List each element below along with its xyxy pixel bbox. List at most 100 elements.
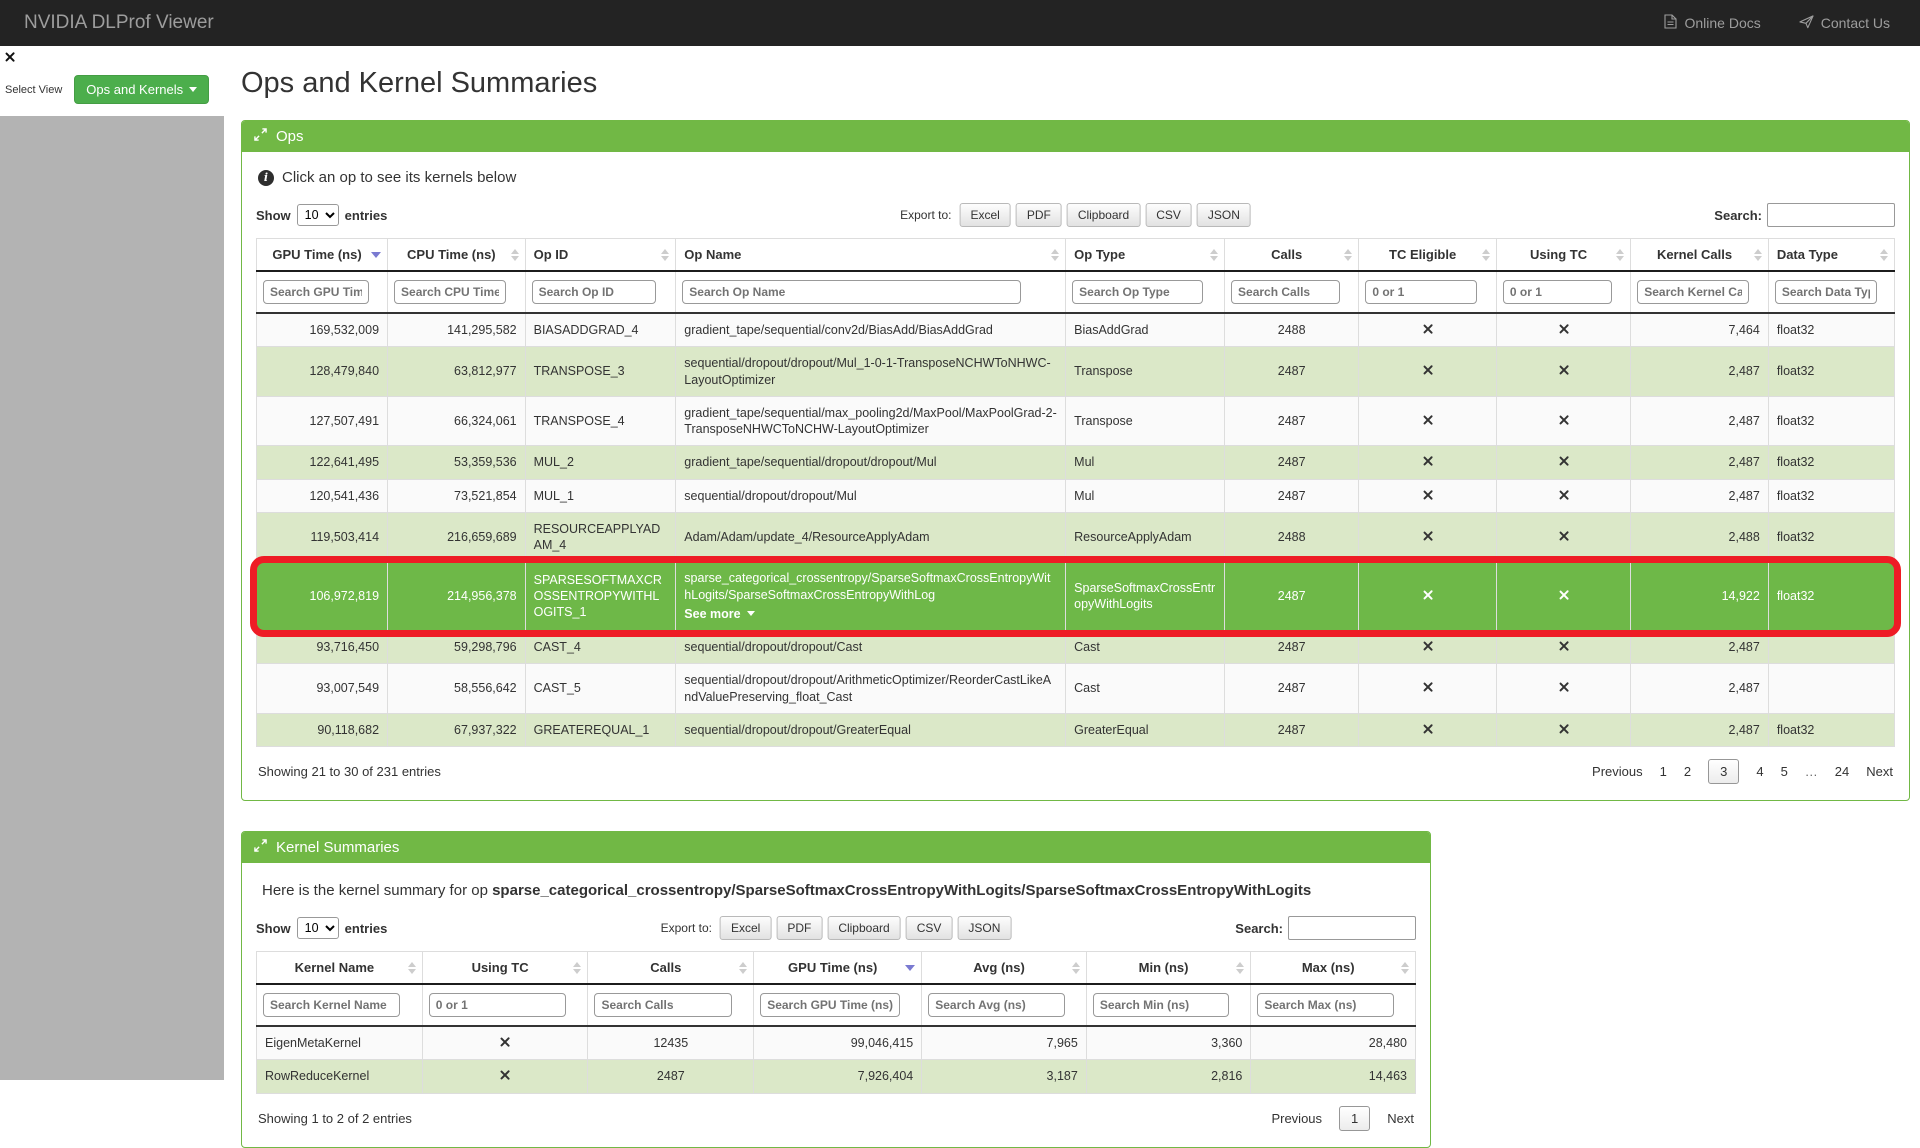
- table-row[interactable]: 90,118,68267,937,322GREATEREQUAL_1sequen…: [257, 713, 1895, 746]
- column-header-calls[interactable]: Calls: [1225, 239, 1359, 272]
- column-header-calls[interactable]: Calls: [588, 952, 754, 985]
- export-csv-button[interactable]: CSV: [906, 916, 953, 940]
- cell-tc-eligible: [1359, 313, 1497, 347]
- filter-input-2[interactable]: [532, 280, 656, 304]
- filter-input-2[interactable]: [594, 993, 731, 1017]
- cell-tc-eligible: [1359, 713, 1497, 746]
- export-pdf-button[interactable]: PDF: [776, 916, 822, 940]
- column-header-using-tc[interactable]: Using TC: [422, 952, 588, 985]
- table-row[interactable]: 120,541,43673,521,854MUL_1sequential/dro…: [257, 479, 1895, 512]
- filter-input-7[interactable]: [1503, 280, 1612, 304]
- column-header-max-ns[interactable]: Max (ns): [1251, 952, 1416, 985]
- filter-input-8[interactable]: [1637, 280, 1749, 304]
- page-previous[interactable]: Previous: [1271, 1111, 1322, 1126]
- column-header-cpu-time-ns[interactable]: CPU Time (ns): [388, 239, 526, 272]
- table-row: RowReduceKernel24877,926,4043,1872,81614…: [257, 1060, 1416, 1093]
- page-1[interactable]: 1: [1660, 764, 1667, 779]
- view-selector-button[interactable]: Ops and Kernels: [74, 75, 209, 104]
- column-header-op-name[interactable]: Op Name: [676, 239, 1066, 272]
- ops-panel-header[interactable]: Ops: [242, 121, 1909, 152]
- page-3[interactable]: 3: [1708, 759, 1739, 784]
- table-row[interactable]: 106,972,819214,956,378SPARSESOFTMAXCROSS…: [257, 562, 1895, 631]
- column-header-op-type[interactable]: Op Type: [1066, 239, 1225, 272]
- see-more-link[interactable]: See more: [684, 606, 754, 622]
- table-row[interactable]: 127,507,49166,324,061TRANSPOSE_4gradient…: [257, 396, 1895, 446]
- online-docs-link[interactable]: Online Docs: [1664, 14, 1760, 32]
- filter-input-3[interactable]: [760, 993, 900, 1017]
- column-header-gpu-time-ns[interactable]: GPU Time (ns): [257, 239, 388, 272]
- column-header-tc-eligible[interactable]: TC Eligible: [1359, 239, 1497, 272]
- cell-op-type: SparseSoftmaxCrossEntropyWithLogits: [1066, 562, 1225, 631]
- export-clipboard-button[interactable]: Clipboard: [827, 916, 900, 940]
- sort-desc-icon: [1482, 256, 1490, 261]
- page-next[interactable]: Next: [1866, 764, 1893, 779]
- cell-calls: 2487: [1225, 713, 1359, 746]
- filter-input-0[interactable]: [263, 993, 400, 1017]
- filter-input-4[interactable]: [1072, 280, 1203, 304]
- close-icon[interactable]: [5, 52, 15, 62]
- column-header-avg-ns[interactable]: Avg (ns): [922, 952, 1087, 985]
- cell-cpu-time: 214,956,378: [388, 562, 526, 631]
- export-clipboard-button[interactable]: Clipboard: [1067, 203, 1140, 227]
- column-header-gpu-time-ns[interactable]: GPU Time (ns): [754, 952, 922, 985]
- filter-input-5[interactable]: [1093, 993, 1229, 1017]
- contact-us-link[interactable]: Contact Us: [1799, 14, 1890, 32]
- column-header-op-id[interactable]: Op ID: [525, 239, 676, 272]
- cell-kernel-calls: 2,487: [1631, 446, 1769, 479]
- table-row[interactable]: 119,503,414216,659,689RESOURCEAPPLYADAM_…: [257, 512, 1895, 562]
- kernel-search-input[interactable]: [1288, 916, 1416, 940]
- cell-cpu-time: 58,556,642: [388, 664, 526, 714]
- export-pdf-button[interactable]: PDF: [1016, 203, 1062, 227]
- page-next[interactable]: Next: [1387, 1111, 1414, 1126]
- column-header-using-tc[interactable]: Using TC: [1496, 239, 1630, 272]
- table-row[interactable]: 128,479,84063,812,977TRANSPOSE_3sequenti…: [257, 347, 1895, 397]
- filter-input-4[interactable]: [928, 993, 1064, 1017]
- filter-input-6[interactable]: [1257, 993, 1393, 1017]
- filter-input-3[interactable]: [682, 280, 1021, 304]
- cell-gpu-time: 93,007,549: [257, 664, 388, 714]
- cell-using-tc: [1496, 479, 1630, 512]
- table-row[interactable]: 169,532,009141,295,582BIASADDGRAD_4gradi…: [257, 313, 1895, 347]
- filter-input-0[interactable]: [263, 280, 369, 304]
- page-4[interactable]: 4: [1756, 764, 1763, 779]
- page-24[interactable]: 24: [1835, 764, 1849, 779]
- kernel-panel-header[interactable]: Kernel Summaries: [242, 832, 1430, 863]
- filter-input-1[interactable]: [429, 993, 566, 1017]
- cell-op-type: ResourceApplyAdam: [1066, 512, 1225, 562]
- column-header-kernel-name[interactable]: Kernel Name: [257, 952, 423, 985]
- filter-input-1[interactable]: [394, 280, 506, 304]
- filter-input-9[interactable]: [1775, 280, 1877, 304]
- kernel-page-size-select[interactable]: 10: [297, 917, 339, 939]
- page-1[interactable]: 1: [1339, 1106, 1370, 1131]
- page-5[interactable]: 5: [1781, 764, 1788, 779]
- table-row[interactable]: 93,007,54958,556,642CAST_5sequential/dro…: [257, 664, 1895, 714]
- ops-table: GPU Time (ns)CPU Time (ns) Op ID Op NameOp…: [256, 238, 1895, 747]
- page-2[interactable]: 2: [1684, 764, 1691, 779]
- page-previous[interactable]: Previous: [1592, 764, 1643, 779]
- column-header-data-type[interactable]: Data Type: [1768, 239, 1894, 272]
- cell-kernel-calls: 2,487: [1631, 396, 1769, 446]
- table-row[interactable]: 93,716,45059,298,796CAST_4sequential/dro…: [257, 631, 1895, 664]
- export-excel-button[interactable]: Excel: [959, 203, 1010, 227]
- sort-asc-icon: [1236, 962, 1244, 967]
- column-header-min-ns[interactable]: Min (ns): [1086, 952, 1251, 985]
- column-header-kernel-calls[interactable]: Kernel Calls: [1631, 239, 1769, 272]
- ops-pagination: Previous12345…24Next: [1592, 759, 1893, 784]
- export-excel-button[interactable]: Excel: [720, 916, 771, 940]
- sort-desc-icon: [1754, 256, 1762, 261]
- filter-input-5[interactable]: [1231, 280, 1340, 304]
- sort-icons: [371, 252, 381, 258]
- ops-search-input[interactable]: [1767, 203, 1895, 227]
- filter-input-6[interactable]: [1365, 280, 1477, 304]
- column-header-label: Op ID: [534, 247, 569, 262]
- column-header-label: Calls: [1271, 247, 1302, 262]
- cell-kernel-name: RowReduceKernel: [257, 1060, 423, 1093]
- ops-page-size-select[interactable]: 10: [297, 204, 339, 226]
- table-row[interactable]: 122,641,49553,359,536MUL_2gradient_tape/…: [257, 446, 1895, 479]
- column-header-label: Using TC: [1530, 247, 1587, 262]
- export-csv-button[interactable]: CSV: [1145, 203, 1192, 227]
- sort-icons: [739, 962, 747, 974]
- export-json-button[interactable]: JSON: [957, 916, 1011, 940]
- sort-asc-icon: [511, 249, 519, 254]
- export-json-button[interactable]: JSON: [1197, 203, 1251, 227]
